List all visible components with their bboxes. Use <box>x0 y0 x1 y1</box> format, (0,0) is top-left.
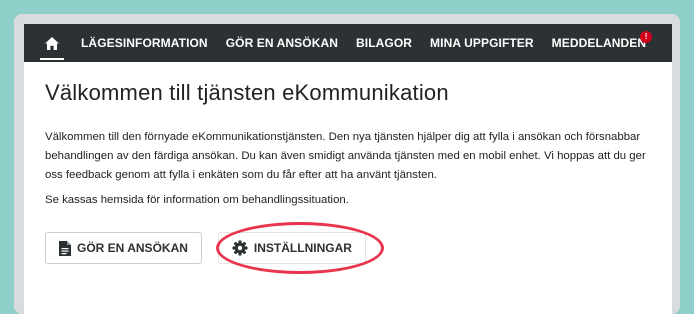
page-title: Välkommen till tjänsten eKommunikation <box>45 80 449 105</box>
nav-home[interactable] <box>32 24 72 62</box>
apply-button-label: GÖR EN ANSÖKAN <box>77 241 188 255</box>
main-content: Välkommen till tjänsten eKommunikation V… <box>24 80 672 264</box>
settings-button-label: INSTÄLLNINGAR <box>253 241 352 255</box>
settings-button[interactable]: INSTÄLLNINGAR <box>217 232 366 264</box>
notification-badge: ! <box>640 31 653 43</box>
page-card: LÄGESINFORMATION GÖR EN ANSÖKAN BILAGOR … <box>24 24 672 314</box>
nav-item-meddelanden[interactable]: MEDDELANDEN ! <box>543 24 655 62</box>
nav-item-gor-en-ansokan[interactable]: GÖR EN ANSÖKAN <box>217 24 347 62</box>
nav-item-lagesinformation[interactable]: LÄGESINFORMATION <box>72 24 217 62</box>
intro-paragraph: Välkommen till den förnyade eKommunikati… <box>45 131 646 181</box>
action-buttons: GÖR EN ANSÖKAN INSTÄLLNINGAR <box>45 232 652 264</box>
nav-item-mina-uppgifter[interactable]: MINA UPPGIFTER <box>421 24 543 62</box>
document-icon <box>59 240 71 256</box>
nav-item-bilagor[interactable]: BILAGOR <box>347 24 421 62</box>
browser-frame: LÄGESINFORMATION GÖR EN ANSÖKAN BILAGOR … <box>14 14 680 314</box>
apply-button[interactable]: GÖR EN ANSÖKAN <box>45 232 202 264</box>
top-navigation: LÄGESINFORMATION GÖR EN ANSÖKAN BILAGOR … <box>24 24 672 62</box>
info-paragraph: Se kassas hemsida för information om beh… <box>45 194 349 206</box>
nav-item-meddelanden-label: MEDDELANDEN <box>551 36 647 50</box>
gear-icon <box>232 240 248 256</box>
home-icon <box>45 36 59 50</box>
